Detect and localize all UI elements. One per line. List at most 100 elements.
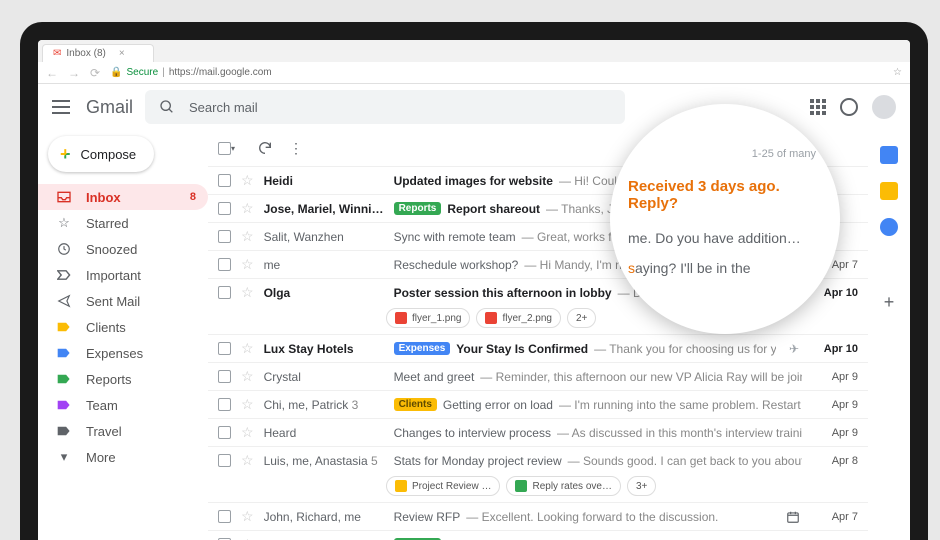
- refresh-icon[interactable]: [257, 140, 273, 156]
- secure-label: Secure: [127, 67, 159, 78]
- sidebar-item-sent-mail[interactable]: Sent Mail: [38, 288, 208, 314]
- row-checkbox[interactable]: [218, 174, 231, 187]
- sidebar-item-inbox[interactable]: Inbox8: [38, 184, 208, 210]
- sidebar-item-more[interactable]: ▾More: [38, 444, 208, 470]
- snippet: — I'm running into the same problem. Res…: [559, 398, 802, 412]
- subject: Your Stay Is Confirmed: [456, 342, 588, 356]
- star-icon[interactable]: ☆: [241, 340, 254, 357]
- row-checkbox[interactable]: [218, 286, 231, 299]
- subject: Report shareout: [447, 202, 540, 216]
- notifications-icon[interactable]: [840, 98, 858, 116]
- star-page-icon[interactable]: ☆: [893, 67, 902, 78]
- sender: Crystal: [264, 370, 384, 384]
- date: Apr 9: [812, 399, 858, 411]
- apps-icon[interactable]: [810, 99, 826, 115]
- email-row[interactable]: ☆Lux Stay HotelsExpenses Your Stay Is Co…: [208, 334, 868, 362]
- account-avatar[interactable]: [872, 95, 896, 119]
- calendar-addon-icon[interactable]: [880, 146, 898, 164]
- compose-label: Compose: [81, 147, 137, 162]
- sidebar-item-expenses[interactable]: Expenses: [38, 340, 208, 366]
- email-row[interactable]: ☆John, Richard, meReview RFP — Excellent…: [208, 502, 868, 530]
- browser-address-bar: ← → ⟳ 🔒 Secure | https://mail.google.com…: [38, 62, 910, 84]
- star-icon[interactable]: ☆: [241, 368, 254, 385]
- add-addon-icon[interactable]: +: [884, 292, 895, 313]
- row-checkbox[interactable]: [218, 230, 231, 243]
- star-icon[interactable]: ☆: [241, 200, 254, 217]
- email-row[interactable]: ☆Andrea, Jose 3Reports Baseline graphs —…: [208, 530, 868, 540]
- tasks-addon-icon[interactable]: [880, 218, 898, 236]
- subject: Reschedule workshop?: [394, 258, 519, 272]
- star-icon[interactable]: ☆: [241, 508, 254, 525]
- tag-icon: [56, 347, 72, 359]
- browser-tab[interactable]: ✉ Inbox (8) ×: [42, 44, 154, 62]
- more-icon[interactable]: ⋮: [289, 140, 304, 157]
- back-icon[interactable]: ←: [46, 66, 58, 80]
- email-row[interactable]: ☆HeardChanges to interview process — As …: [208, 418, 868, 446]
- star-icon[interactable]: ☆: [241, 172, 254, 189]
- compose-button[interactable]: + Compose: [48, 136, 154, 172]
- email-body: Clients Getting error on load — I'm runn…: [394, 398, 802, 412]
- snippet: — As discussed in this month's interview…: [557, 426, 802, 440]
- row-checkbox[interactable]: [218, 370, 231, 383]
- sidebar-label: Travel: [86, 424, 122, 439]
- star-icon[interactable]: ☆: [241, 396, 254, 413]
- star-icon[interactable]: ☆: [241, 452, 254, 469]
- row-checkbox[interactable]: [218, 202, 231, 215]
- sender: Heard: [264, 426, 384, 440]
- row-checkbox[interactable]: [218, 342, 231, 355]
- url-field[interactable]: 🔒 Secure | https://mail.google.com: [110, 67, 272, 78]
- plus-icon: +: [60, 144, 71, 165]
- sidebar-item-starred[interactable]: ☆Starred: [38, 210, 208, 236]
- row-checkbox[interactable]: [218, 454, 231, 467]
- forward-icon[interactable]: →: [68, 66, 80, 80]
- file-icon: [395, 312, 407, 324]
- select-all-chevron-icon[interactable]: ▾: [231, 144, 235, 153]
- sender: Lux Stay Hotels: [264, 342, 384, 356]
- row-checkbox[interactable]: [218, 258, 231, 271]
- star-icon[interactable]: ☆: [241, 424, 254, 441]
- keep-addon-icon[interactable]: [880, 182, 898, 200]
- url-text: https://mail.google.com: [169, 67, 272, 78]
- important-icon: [56, 269, 72, 281]
- row-checkbox[interactable]: [218, 398, 231, 411]
- star-icon[interactable]: ☆: [241, 536, 254, 540]
- sidebar-label: Sent Mail: [86, 294, 140, 309]
- attachment-chip[interactable]: flyer_1.png: [386, 308, 470, 328]
- attachment-more[interactable]: 2+: [567, 308, 596, 328]
- sender: Jose, Mariel, Winnie 4: [264, 202, 384, 216]
- star-icon[interactable]: ☆: [241, 228, 254, 245]
- row-checkbox[interactable]: [218, 510, 231, 523]
- snippet: — Sounds good. I can get back to you abo…: [568, 454, 802, 468]
- attachment-chip[interactable]: Project Review …: [386, 476, 500, 496]
- pagination-text: 1-25 of many: [628, 148, 822, 160]
- category-label: Reports: [394, 202, 442, 215]
- sidebar-item-important[interactable]: Important: [38, 262, 208, 288]
- sidebar-item-reports[interactable]: Reports: [38, 366, 208, 392]
- select-all-checkbox[interactable]: [218, 142, 231, 155]
- subject: Sync with remote team: [394, 230, 516, 244]
- email-row[interactable]: ☆Chi, me, Patrick 3Clients Getting error…: [208, 390, 868, 418]
- date: Apr 9: [812, 371, 858, 383]
- attachment-chip[interactable]: flyer_2.png: [476, 308, 560, 328]
- menu-icon[interactable]: [52, 100, 70, 114]
- search-box[interactable]: Search mail: [145, 90, 625, 124]
- row-checkbox[interactable]: [218, 426, 231, 439]
- callout-snippet-2: saying? I'll be in the: [628, 260, 822, 276]
- gmail-logo[interactable]: Gmail: [82, 97, 133, 118]
- attachment-chip[interactable]: Reply rates ove…: [506, 476, 620, 496]
- sender: Heidi: [264, 174, 384, 188]
- star-icon[interactable]: ☆: [241, 256, 254, 273]
- reload-icon[interactable]: ⟳: [90, 66, 100, 80]
- star-icon[interactable]: ☆: [241, 284, 254, 301]
- email-row[interactable]: ☆CrystalMeet and greet — Reminder, this …: [208, 362, 868, 390]
- sidebar-item-team[interactable]: Team: [38, 392, 208, 418]
- email-row[interactable]: ☆Luis, me, Anastasia 5Stats for Monday p…: [208, 446, 868, 474]
- tag-icon: [56, 373, 72, 385]
- attachment-more[interactable]: 3+: [627, 476, 656, 496]
- sidebar-item-travel[interactable]: Travel: [38, 418, 208, 444]
- nudge-prompt[interactable]: Received 3 days ago. Reply?: [628, 178, 822, 212]
- file-icon: [395, 480, 407, 492]
- close-tab-icon[interactable]: ×: [119, 48, 125, 59]
- sidebar-item-snoozed[interactable]: Snoozed: [38, 236, 208, 262]
- sidebar-item-clients[interactable]: Clients: [38, 314, 208, 340]
